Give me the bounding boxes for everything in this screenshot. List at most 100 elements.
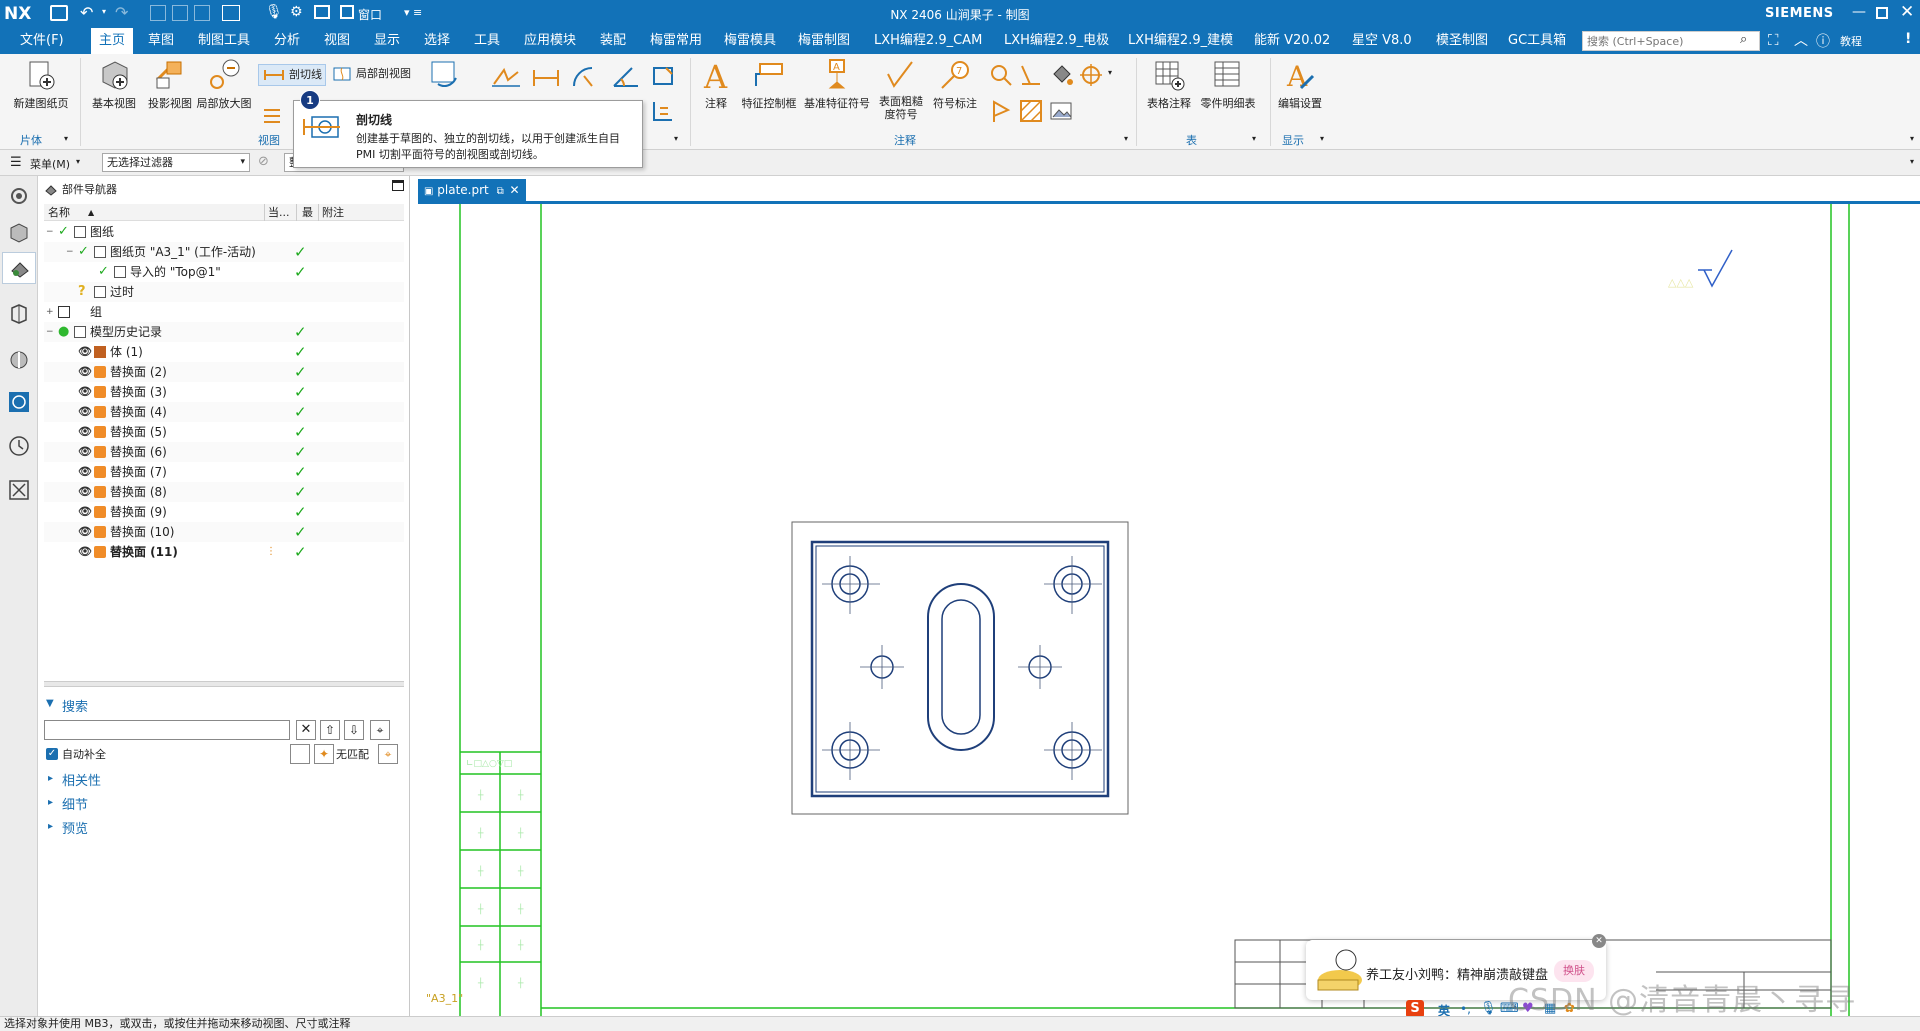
tree-expander-icon[interactable]: + [46, 302, 54, 322]
panel-splitter[interactable] [44, 681, 404, 687]
chevron-right-icon[interactable]: ▸ [48, 773, 53, 784]
menu-meilei-mold[interactable]: 梅雷模具 [724, 28, 776, 54]
parts-list-button[interactable]: 零件明细表 [1196, 58, 1260, 111]
command-search-input[interactable] [1582, 31, 1760, 51]
voice-input-icon[interactable]: 🎙 [1480, 1001, 1497, 1016]
zoom-out-icon[interactable] [988, 62, 1014, 88]
table-group-dropdown-icon[interactable]: ▾ [1252, 134, 1256, 143]
column-note[interactable]: 附注 [322, 204, 344, 221]
search-up-icon[interactable]: ⇧ [320, 720, 340, 740]
pin-icon[interactable]: ⧉ [497, 186, 504, 197]
search-collapse-icon[interactable]: ▼ [46, 698, 54, 709]
ribbon-collapse-icon[interactable]: ︿ [1794, 30, 1808, 50]
view-break-icon[interactable] [262, 106, 282, 126]
close-tab-icon[interactable]: ✕ [510, 183, 520, 197]
navigator-search-input[interactable] [44, 720, 290, 740]
tree-node[interactable]: − ✓ 图纸页 "A3_1" (工作-活动) ✓ [44, 242, 404, 262]
reuse-library-icon[interactable] [7, 302, 31, 326]
column-current[interactable]: 当... [268, 204, 290, 221]
filterbar-options-icon[interactable]: ▾ [1910, 157, 1914, 166]
menu-gc-toolbox[interactable]: GC工具箱 [1508, 28, 1566, 54]
clear-search-icon[interactable]: ✕ [296, 720, 316, 740]
tree-node[interactable]: 👁 替换面 (7) ✓ [44, 462, 404, 482]
search-settings-icon[interactable]: ⌖ [378, 744, 398, 764]
image-icon[interactable] [1048, 98, 1074, 124]
tree-node[interactable]: 👁 替换面 (3) ✓ [44, 382, 404, 402]
tree-node[interactable]: − ● 模型历史记录 ✓ [44, 322, 404, 342]
tree-expander-icon[interactable]: − [66, 242, 74, 262]
search-down-icon[interactable]: ⇩ [344, 720, 364, 740]
tree-node[interactable]: + 组 [44, 302, 404, 322]
fill-icon[interactable] [1048, 62, 1074, 88]
section-view-icon[interactable] [430, 60, 460, 90]
datum-feature-button[interactable]: A 基准特征符号 [802, 58, 872, 111]
tree-node[interactable]: 👁 替换面 (5) ✓ [44, 422, 404, 442]
chamfer-dimension-icon[interactable] [650, 62, 676, 88]
flag-icon[interactable] [988, 98, 1014, 124]
tree-node[interactable]: ? 过时 [44, 282, 404, 302]
linear-dimension-icon[interactable] [530, 66, 562, 90]
menu-sketch[interactable]: 草图 [148, 28, 174, 54]
tutorial-link[interactable]: 教程 [1840, 33, 1862, 49]
angular-dimension-icon[interactable] [610, 64, 642, 90]
menu-lxh-cam[interactable]: LXH编程2.9_CAM [874, 28, 982, 54]
menu-lxh-electrode[interactable]: LXH编程2.9_电极 [1004, 28, 1109, 54]
history-icon[interactable] [7, 434, 31, 458]
detail-view-button[interactable]: 局部放大图 [196, 58, 252, 111]
chevron-right-icon[interactable]: ▸ [48, 797, 53, 808]
menu-xingkong[interactable]: 星空 V8.0 [1352, 28, 1412, 54]
rapid-dimension-icon[interactable] [490, 66, 522, 90]
menu-view[interactable]: 视图 [324, 28, 350, 54]
search-scope-icon[interactable] [290, 744, 310, 764]
tree-node[interactable]: ✓ 导入的 "Top@1" ✓ [44, 262, 404, 282]
menu-drafting-tools[interactable]: 制图工具 [198, 28, 250, 54]
tabular-note-button[interactable]: 表格注释 [1142, 58, 1196, 111]
tree-expander-icon[interactable]: − [46, 322, 54, 342]
column-latest[interactable]: 最 [302, 204, 313, 221]
ordinate-dimension-icon[interactable] [650, 98, 676, 124]
search-options-icon[interactable]: ⌖ [370, 720, 390, 740]
close-button[interactable]: ✕ [1900, 2, 1914, 22]
selection-filter-select[interactable]: 无选择过滤器 ▾ [102, 153, 250, 172]
annotation-group-dropdown-icon[interactable]: ▾ [1124, 134, 1128, 143]
maximize-panel-icon[interactable] [392, 180, 404, 191]
preview-section[interactable]: 预览 [62, 818, 88, 837]
base-view-button[interactable]: 基本视图 [86, 58, 142, 111]
menu-assemblies[interactable]: 装配 [600, 28, 626, 54]
minimize-button[interactable]: — [1852, 4, 1866, 20]
section-line-button[interactable]: 剖切线 [258, 64, 326, 86]
chevron-right-icon[interactable]: ▸ [48, 821, 53, 832]
tree-node[interactable]: 👁 替换面 (6) ✓ [44, 442, 404, 462]
graphics-window[interactable]: ∟□△○▽□ ┼ ┼ ┼ ┼ ┼ ┼ ┼ ┼ ┼ ┼ ┼ ┼ △△△ "A3_1… [418, 204, 1920, 1016]
maximize-button[interactable] [1876, 7, 1888, 19]
tree-node[interactable]: − ✓ 图纸 [44, 222, 404, 242]
menu-nengxin[interactable]: 能新 V20.02 [1254, 28, 1330, 54]
tree-node[interactable]: 👁 替换面 (2) ✓ [44, 362, 404, 382]
sort-ascending-icon[interactable]: ▲ [88, 204, 94, 221]
search-filter-icon[interactable]: ✦ [314, 744, 334, 764]
roles-tools-icon[interactable] [7, 478, 31, 502]
menu-mosheng[interactable]: 模圣制图 [1436, 28, 1488, 54]
assembly-navigator-icon[interactable] [7, 220, 31, 244]
menu-icon[interactable]: ☰ [10, 155, 22, 170]
break-out-section-button[interactable]: 局部剖视图 [330, 64, 416, 86]
dimension-group-dropdown-icon[interactable]: ▾ [674, 134, 678, 143]
menu-meilei-common[interactable]: 梅雷常用 [650, 28, 702, 54]
menu-button[interactable]: 菜单(M) [30, 156, 70, 172]
menu-meilei-drawing[interactable]: 梅雷制图 [798, 28, 850, 54]
close-popup-icon[interactable]: ✕ [1592, 934, 1606, 948]
part-navigator-tab[interactable] [2, 252, 36, 284]
new-sheet-button[interactable]: 新建图纸页 [8, 58, 74, 111]
settings-gear-icon[interactable] [7, 184, 31, 208]
web-browser-icon[interactable] [7, 390, 31, 414]
menu-home[interactable]: 主页 [91, 28, 134, 54]
display-group-dropdown-icon[interactable]: ▾ [1320, 134, 1324, 143]
menu-file[interactable]: 文件(F) [20, 28, 64, 54]
sheet-group-dropdown-icon[interactable]: ▾ [64, 134, 68, 143]
alert-icon[interactable]: ! [1905, 31, 1911, 47]
menu-select[interactable]: 选择 [424, 28, 450, 54]
balloon-button[interactable]: 7 符号标注 [928, 58, 982, 111]
tree-node[interactable]: 👁 替换面 (9) ✓ [44, 502, 404, 522]
radial-dimension-icon[interactable] [570, 64, 602, 90]
tree-node[interactable]: 👁 替换面 (4) ✓ [44, 402, 404, 422]
